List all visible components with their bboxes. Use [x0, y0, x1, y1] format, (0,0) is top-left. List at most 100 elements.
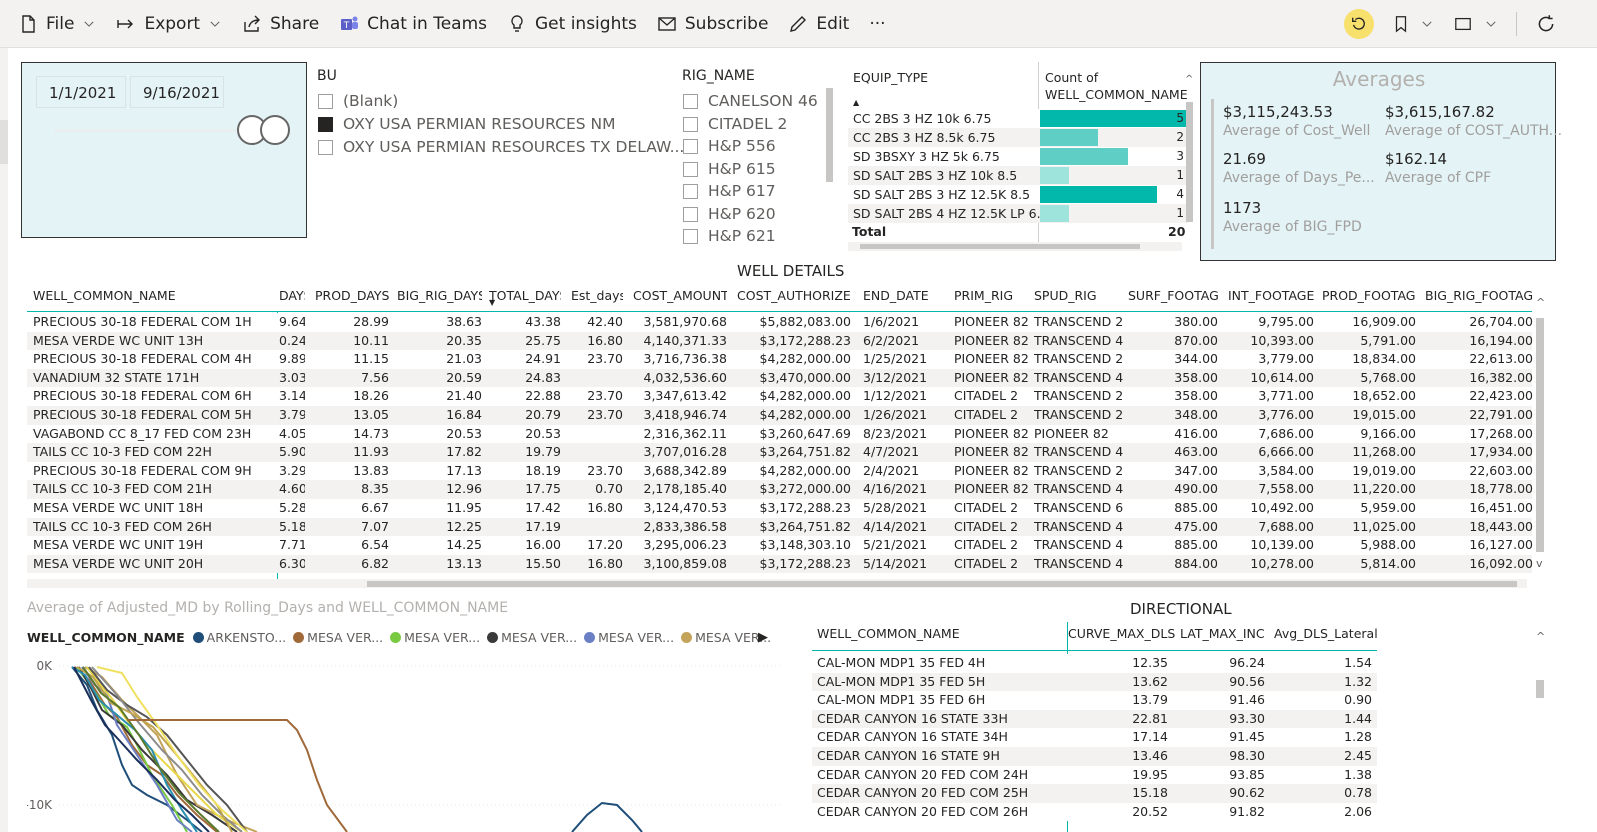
table-cell: 20.53 — [525, 425, 561, 441]
legend-next-arrow[interactable]: ▶ — [758, 630, 768, 645]
table-cell: 11,268.00 — [1352, 444, 1416, 460]
legend-item[interactable]: MESA VER... — [584, 630, 674, 645]
scroll-up-icon[interactable]: ^ — [1185, 74, 1193, 85]
legend-item[interactable]: MESA VER... — [390, 630, 480, 645]
table-cell: 6.30 — [279, 555, 305, 571]
column-header[interactable]: END_DATE — [863, 285, 945, 307]
rig-item[interactable]: CITADEL 2 — [683, 115, 787, 133]
table-cell: 3,100,859.08 — [643, 555, 728, 571]
well-hscroll[interactable] — [27, 579, 1527, 588]
column-header[interactable]: COST_AMOUNT — [633, 285, 727, 307]
equip-hscroll[interactable] — [848, 242, 1182, 251]
equip-row[interactable]: SD SALT 2BS 3 HZ 10k 8.5 1 — [848, 166, 1188, 185]
equip-row[interactable]: CC 2BS 3 HZ 8.5k 6.75 2 — [848, 128, 1188, 147]
column-header[interactable]: Est_days — [571, 285, 623, 307]
bu-item-blank[interactable]: (Blank) — [318, 92, 398, 110]
end-slider-handle[interactable] — [260, 115, 290, 145]
checkbox[interactable] — [683, 183, 698, 199]
refresh-icon[interactable] — [1535, 13, 1557, 35]
column-header[interactable]: CURVE_MAX_DLS — [1068, 623, 1175, 645]
checkbox[interactable] — [318, 93, 333, 109]
equip-hscroll-thumb[interactable] — [860, 244, 1140, 249]
table-cell: TRANSCEND 2 — [1034, 462, 1124, 478]
rig-scrollbar[interactable] — [826, 88, 833, 182]
table-cell: CITADEL 2 — [954, 407, 1019, 422]
column-header[interactable]: LAT_MAX_INC — [1180, 623, 1265, 645]
more-options-button[interactable]: ··· — [869, 14, 885, 34]
checkbox[interactable] — [683, 138, 698, 154]
reset-button[interactable] — [1344, 9, 1374, 39]
table-cell: CEDAR CANYON 20 FED COM 26H — [817, 803, 1029, 819]
table-cell: 17.42 — [525, 500, 561, 515]
table-cell: 19,019.00 — [1352, 462, 1416, 478]
rig-item[interactable]: CANELSON 46 — [683, 92, 818, 110]
rig-item-label: H&P 617 — [708, 182, 776, 200]
checkbox[interactable] — [683, 206, 698, 222]
bu-item-tx[interactable]: OXY USA PERMIAN RESOURCES TX DELAW... — [318, 138, 684, 156]
column-header[interactable]: PROD_DAYS — [315, 285, 389, 307]
bu-item-nm[interactable]: OXY USA PERMIAN RESOURCES NM — [318, 115, 616, 133]
count-col-header[interactable]: Count of WELL_COMMON_NAME — [1045, 69, 1188, 103]
table-cell: 18,652.00 — [1352, 388, 1416, 404]
legend-item[interactable]: MESA VER... — [487, 630, 577, 645]
column-header[interactable]: COST_AUTHORIZED — [737, 285, 851, 307]
column-header[interactable]: Avg_DLS_Lateral — [1274, 623, 1378, 645]
column-header[interactable]: BIG_RIG_FOOTAGE — [1425, 285, 1533, 307]
well-vscroll[interactable] — [1536, 318, 1544, 552]
legend-swatch — [293, 632, 305, 643]
checkbox[interactable] — [318, 139, 333, 155]
column-header[interactable]: WELL_COMMON_NAME — [33, 285, 273, 307]
equip-row[interactable]: CC 2BS 3 HZ 10k 6.75 5 — [848, 109, 1188, 128]
equip-col-header[interactable]: EQUIP_TYPE — [853, 70, 928, 85]
rig-item[interactable]: H&P 620 — [683, 205, 776, 223]
scroll-down-icon[interactable]: v — [1536, 557, 1543, 570]
end-date-input[interactable]: 9/16/2021 — [130, 76, 224, 108]
start-date-input[interactable]: 1/1/2021 — [36, 76, 126, 108]
share-button[interactable]: Share — [242, 14, 319, 34]
rig-item[interactable]: H&P 615 — [683, 160, 776, 178]
table-cell: 22,423.00 — [1469, 388, 1533, 404]
view-button[interactable] — [1452, 15, 1498, 33]
well-hscroll-thumb[interactable] — [367, 581, 1517, 587]
export-menu[interactable]: Export — [116, 14, 222, 34]
toolbar-separator — [1516, 12, 1517, 36]
table-cell: PIONEER 82 — [954, 481, 1029, 497]
column-header[interactable]: PROD_FOOTAGE — [1322, 285, 1416, 307]
rig-item[interactable]: H&P 621 — [683, 227, 776, 245]
checkbox[interactable] — [683, 161, 698, 177]
rig-item[interactable]: H&P 617 — [683, 182, 776, 200]
column-header[interactable]: SPUD_RIG — [1034, 285, 1128, 307]
column-header[interactable]: PRIM_RIG — [954, 285, 1032, 307]
equip-vscroll[interactable] — [1186, 102, 1193, 222]
table-cell: TRANSCEND 2 — [1034, 388, 1124, 404]
chat-in-teams-button[interactable]: T Chat in Teams — [339, 14, 487, 34]
bookmark-button[interactable] — [1392, 14, 1434, 34]
column-header[interactable]: WELL_COMMON_NAME — [817, 623, 960, 645]
file-menu[interactable]: File — [18, 14, 96, 34]
checkbox[interactable] — [683, 93, 698, 109]
checkbox[interactable] — [683, 116, 698, 132]
equip-row[interactable]: SD SALT 2BS 4 HZ 12.5K LP 6.75 1 — [848, 204, 1188, 223]
column-header[interactable]: DAYS — [279, 285, 305, 307]
scroll-up-icon[interactable]: ^ — [1536, 630, 1545, 643]
checkbox[interactable] — [683, 228, 698, 244]
rig-item[interactable]: H&P 556 — [683, 137, 776, 155]
equip-row[interactable]: SD 3BSXY 3 HZ 5k 6.75 3 — [848, 147, 1188, 166]
column-header[interactable]: TOTAL_DAYS — [489, 285, 561, 307]
scroll-up-icon[interactable]: ^ — [1536, 296, 1545, 309]
column-header[interactable]: INT_FOOTAGE — [1228, 285, 1314, 307]
table-cell: TAILS CC 10-3 FED COM 21H — [33, 481, 212, 497]
column-header[interactable]: BIG_RIG_DAYS — [397, 285, 482, 307]
legend-item[interactable]: MESA VER... — [293, 630, 383, 645]
checkbox-checked[interactable] — [318, 116, 333, 132]
edit-button[interactable]: Edit — [788, 14, 849, 34]
legend-title: WELL_COMMON_NAME — [27, 630, 185, 645]
dir-vscroll[interactable] — [1536, 680, 1544, 698]
equip-row[interactable]: SD SALT 2BS 3 HZ 12.5K 8.5 4 — [848, 185, 1188, 204]
column-header[interactable]: SURF_FOOTAGE — [1128, 285, 1218, 307]
legend-item[interactable]: ARKENSTO... — [192, 630, 286, 645]
subscribe-button[interactable]: Subscribe — [657, 14, 768, 34]
pane-toggle[interactable] — [0, 120, 8, 164]
get-insights-button[interactable]: Get insights — [507, 14, 637, 34]
table-cell: $4,282,000.00 — [759, 462, 851, 478]
